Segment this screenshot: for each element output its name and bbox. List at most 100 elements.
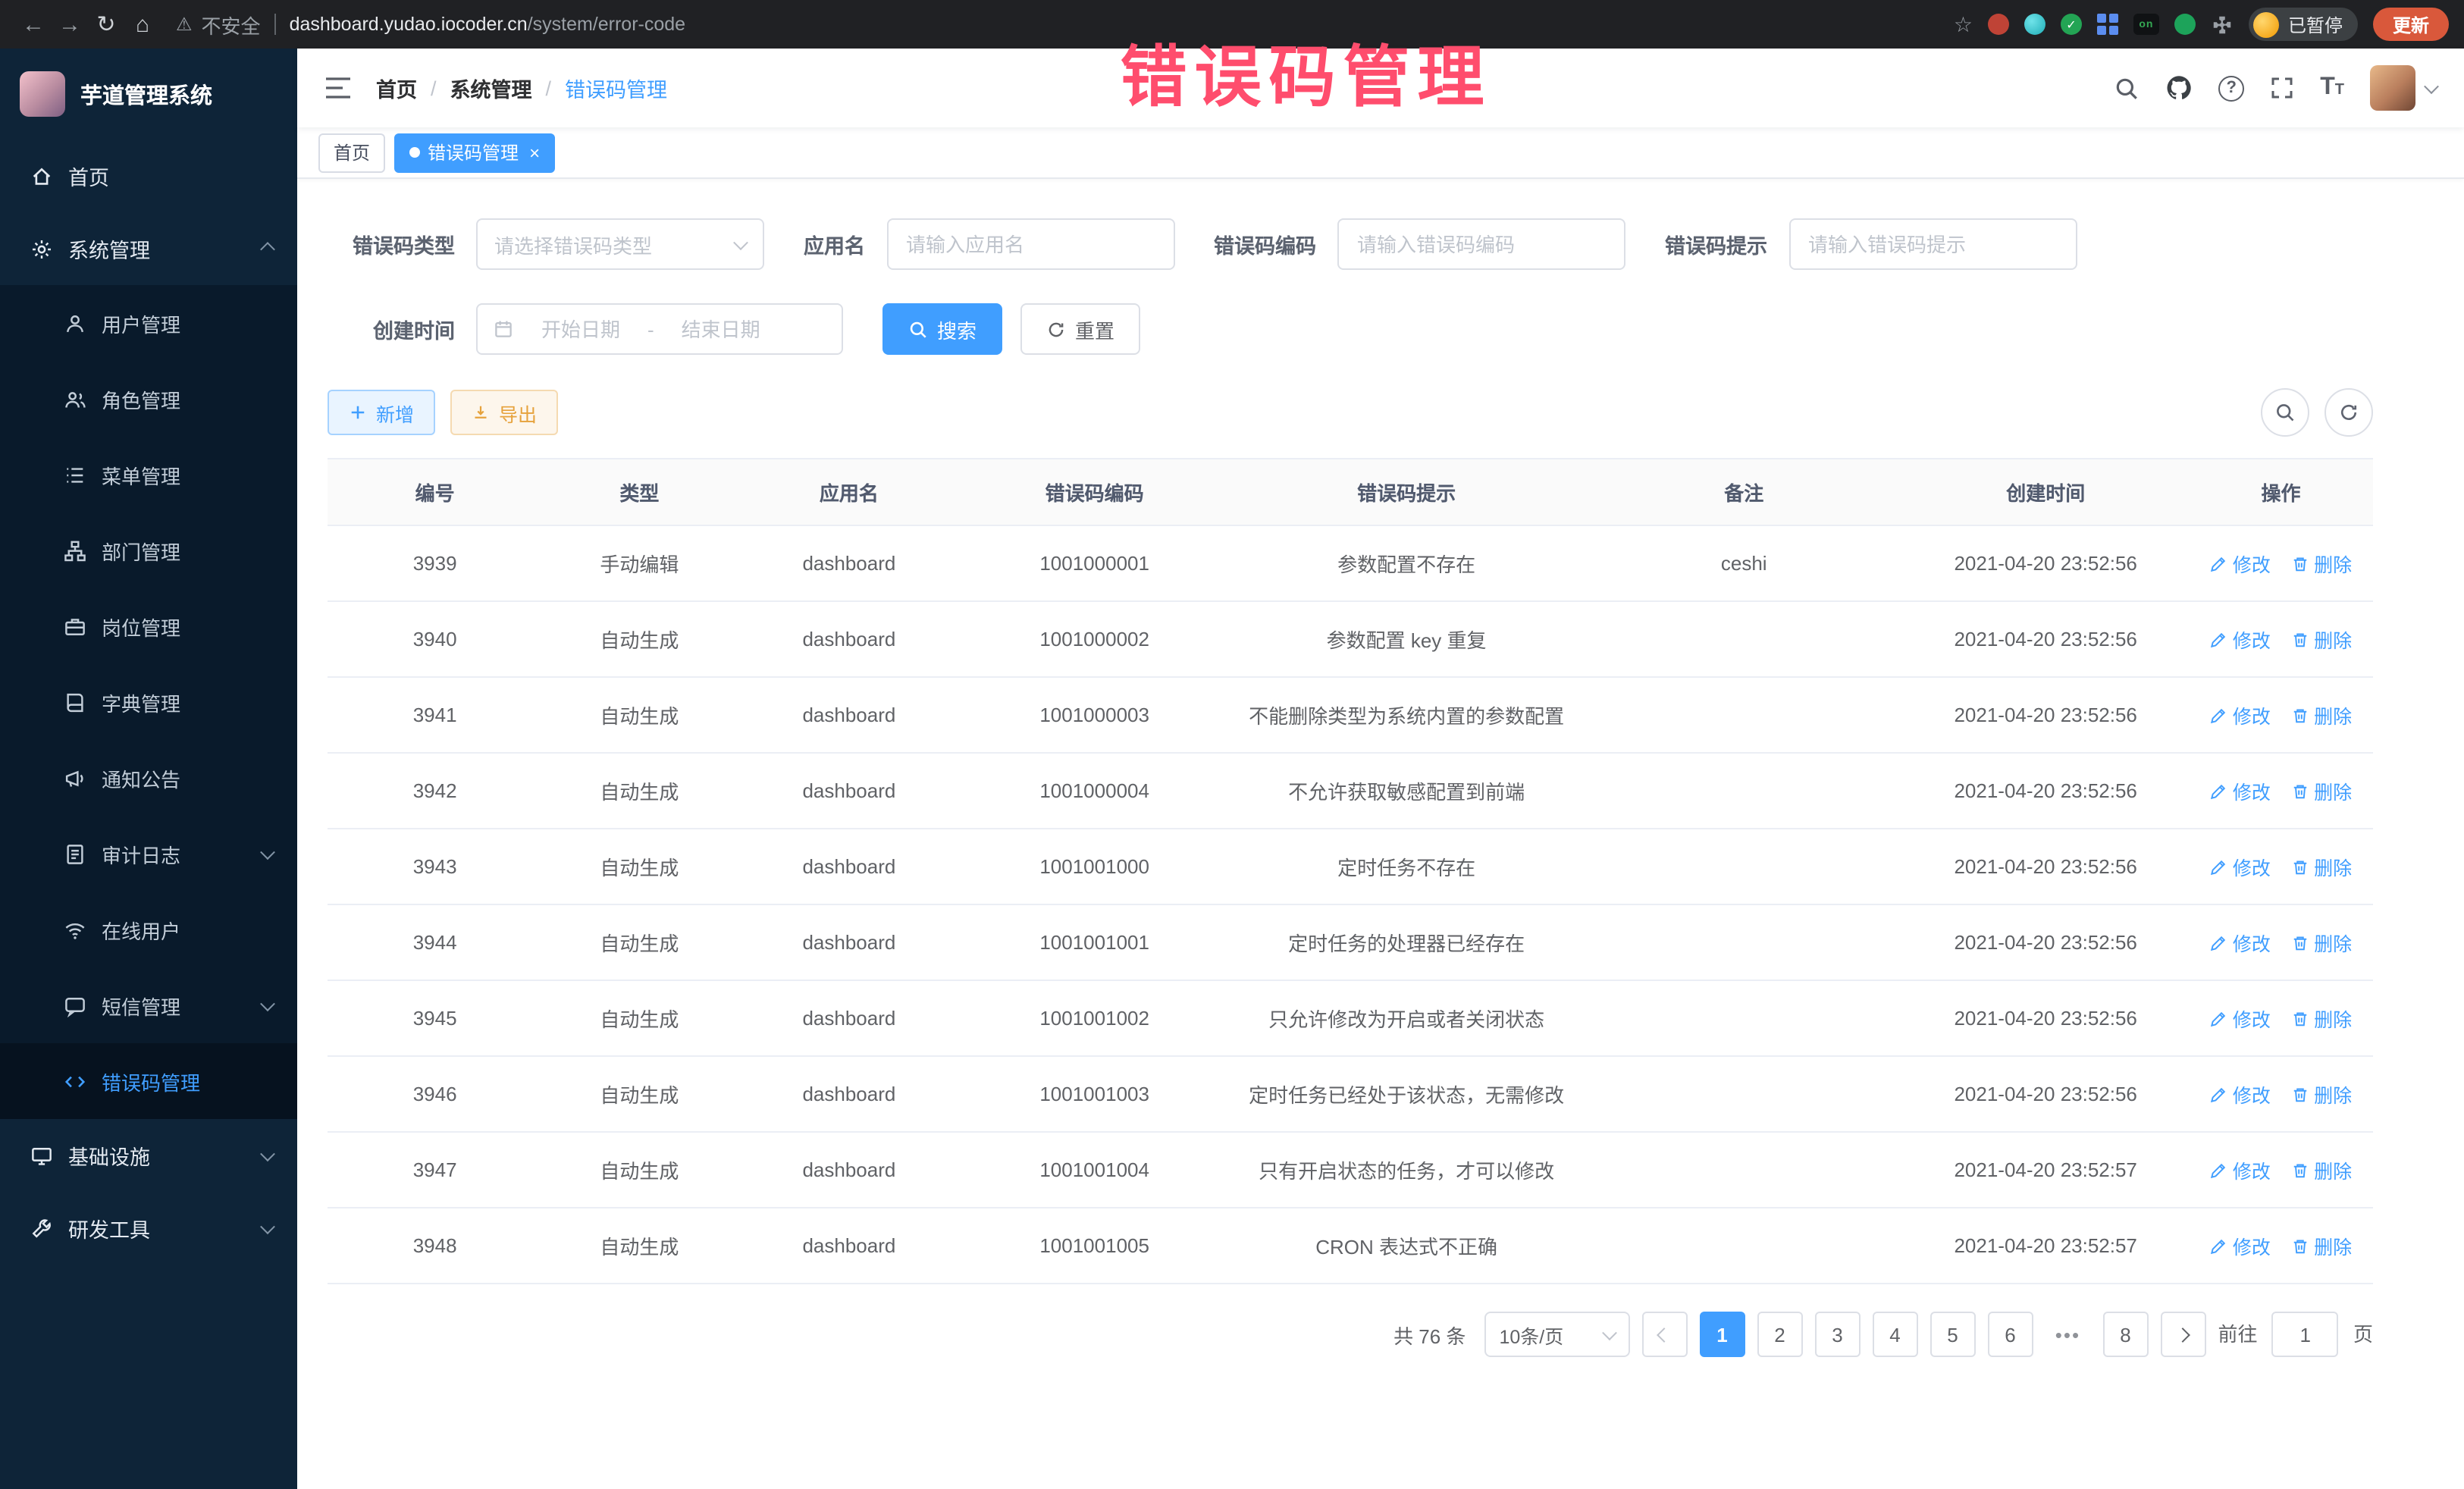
delete-button[interactable]: 删除 [2291,625,2352,654]
search-toggle-button[interactable] [2261,388,2309,437]
github-icon[interactable] [2165,74,2193,102]
refresh-table-button[interactable] [2324,388,2373,437]
sidebar-item-dict-management[interactable]: 字典管理 [0,664,297,740]
edit-button[interactable]: 修改 [2210,625,2271,654]
reload-icon[interactable]: ↻ [88,6,124,42]
tag-error-code[interactable]: 错误码管理 × [394,133,555,172]
sidebar-item-post-management[interactable]: 岗位管理 [0,588,297,664]
search-button[interactable]: 搜索 [882,303,1002,355]
prev-page-button[interactable] [1641,1312,1687,1357]
chevron-right-icon [2176,1327,2191,1342]
trash-icon [2291,1161,2309,1179]
sidebar-item-infrastructure[interactable]: 基础设施 [0,1119,297,1192]
profile-chip[interactable]: 已暂停 [2249,8,2358,41]
delete-button[interactable]: 删除 [2291,1155,2352,1184]
export-button[interactable]: 导出 [450,390,558,435]
cell-actions: 修改 删除 [2189,601,2373,677]
error-type-select[interactable]: 请选择错误码类型 [476,218,764,270]
breadcrumb-system[interactable]: 系统管理 [450,73,532,103]
delete-button[interactable]: 删除 [2291,1231,2352,1260]
pencil-icon [2210,1161,2228,1179]
end-date-input[interactable] [660,318,782,340]
sidebar-item-user-management[interactable]: 用户管理 [0,285,297,361]
sidebar-item-dept-management[interactable]: 部门管理 [0,513,297,588]
pencil-icon [2210,630,2228,648]
sidebar-item-audit-log[interactable]: 审计日志 [0,816,297,892]
sidebar-item-error-code-management[interactable]: 错误码管理 [0,1043,297,1119]
page-button-6[interactable]: 6 [1987,1312,2033,1357]
delete-button[interactable]: 删除 [2291,928,2352,957]
edit-button[interactable]: 修改 [2210,776,2271,805]
browser-home-icon[interactable]: ⌂ [124,6,161,42]
error-code-input[interactable] [1337,218,1625,270]
start-date-input[interactable] [520,318,641,340]
extension-icon[interactable] [2174,14,2196,35]
home-icon [30,165,53,187]
page-button-3[interactable]: 3 [1814,1312,1860,1357]
search-icon[interactable] [2114,75,2140,101]
delete-button[interactable]: 删除 [2291,776,2352,805]
sidebar-item-menu-management[interactable]: 菜单管理 [0,437,297,513]
edit-button[interactable]: 修改 [2210,928,2271,957]
sidebar-item-home[interactable]: 首页 [0,139,297,212]
bookmark-star-icon[interactable]: ☆ [1954,11,1973,37]
edit-button[interactable]: 修改 [2210,549,2271,578]
app-name-input[interactable] [886,218,1174,270]
delete-button[interactable]: 删除 [2291,1004,2352,1033]
more-pages-button[interactable]: ••• [2045,1312,2090,1357]
app-logo[interactable]: 芋道管理系统 [0,49,297,139]
sidebar-item-notice-management[interactable]: 通知公告 [0,740,297,816]
update-button[interactable]: 更新 [2373,8,2449,41]
extension-icon[interactable]: ✓ [2061,14,2082,35]
topbar: 首页 / 系统管理 / 错误码管理 ? TT [297,49,2464,127]
page-size-select[interactable]: 10条/页 [1484,1312,1629,1357]
hamburger-icon[interactable] [324,76,352,100]
sidebar-item-online-users[interactable]: 在线用户 [0,892,297,967]
extension-grid-icon[interactable] [2097,14,2118,35]
table-body: 3939 手动编辑 dashboard 1001000001 参数配置不存在 c… [328,525,2373,1284]
close-icon[interactable]: × [529,142,540,163]
goto-page-input[interactable] [2272,1312,2339,1357]
back-icon[interactable]: ← [15,6,52,42]
help-icon[interactable]: ? [2218,75,2244,101]
edit-button[interactable]: 修改 [2210,1080,2271,1108]
cell-code: 1001000004 [961,753,1227,829]
edit-button[interactable]: 修改 [2210,1004,2271,1033]
date-range-picker[interactable]: - [476,303,843,355]
sidebar-item-sms-management[interactable]: 短信管理 [0,967,297,1043]
font-size-icon[interactable]: TT [2320,74,2344,102]
sidebar-item-dev-tools[interactable]: 研发工具 [0,1192,297,1265]
sidebar-item-system[interactable]: 系统管理 [0,212,297,285]
fullscreen-icon[interactable] [2270,76,2294,100]
security-indicator[interactable]: ⚠ 不安全 [176,10,261,39]
extensions-puzzle-icon[interactable] [2211,13,2234,36]
delete-button[interactable]: 删除 [2291,549,2352,578]
page-button-2[interactable]: 2 [1757,1312,1802,1357]
breadcrumb-home[interactable]: 首页 [376,73,417,103]
header-actions: ? TT [2114,65,2437,111]
reset-button[interactable]: 重置 [1020,303,1140,355]
delete-button[interactable]: 删除 [2291,852,2352,881]
user-menu[interactable] [2370,65,2437,111]
error-hint-input[interactable] [1788,218,2077,270]
extension-on-icon[interactable]: on [2133,14,2159,35]
edit-button[interactable]: 修改 [2210,701,2271,729]
next-page-button[interactable] [2160,1312,2205,1357]
forward-icon[interactable]: → [52,6,88,42]
edit-button[interactable]: 修改 [2210,852,2271,881]
extension-icon[interactable] [1988,14,2009,35]
tag-home[interactable]: 首页 [318,133,385,172]
add-button[interactable]: 新增 [328,390,435,435]
edit-button[interactable]: 修改 [2210,1155,2271,1184]
extension-icon[interactable] [2024,14,2045,35]
page-button-1[interactable]: 1 [1699,1312,1745,1357]
sidebar-item-role-management[interactable]: 角色管理 [0,361,297,437]
delete-button[interactable]: 删除 [2291,701,2352,729]
edit-button[interactable]: 修改 [2210,1231,2271,1260]
address-bar[interactable]: dashboard.yudao.iocoder.cn/system/error-… [290,14,686,35]
table-row: 3946 自动生成 dashboard 1001001003 定时任务已经处于该… [328,1056,2373,1132]
page-button-8[interactable]: 8 [2102,1312,2148,1357]
page-button-4[interactable]: 4 [1872,1312,1917,1357]
page-button-5[interactable]: 5 [1930,1312,1975,1357]
delete-button[interactable]: 删除 [2291,1080,2352,1108]
